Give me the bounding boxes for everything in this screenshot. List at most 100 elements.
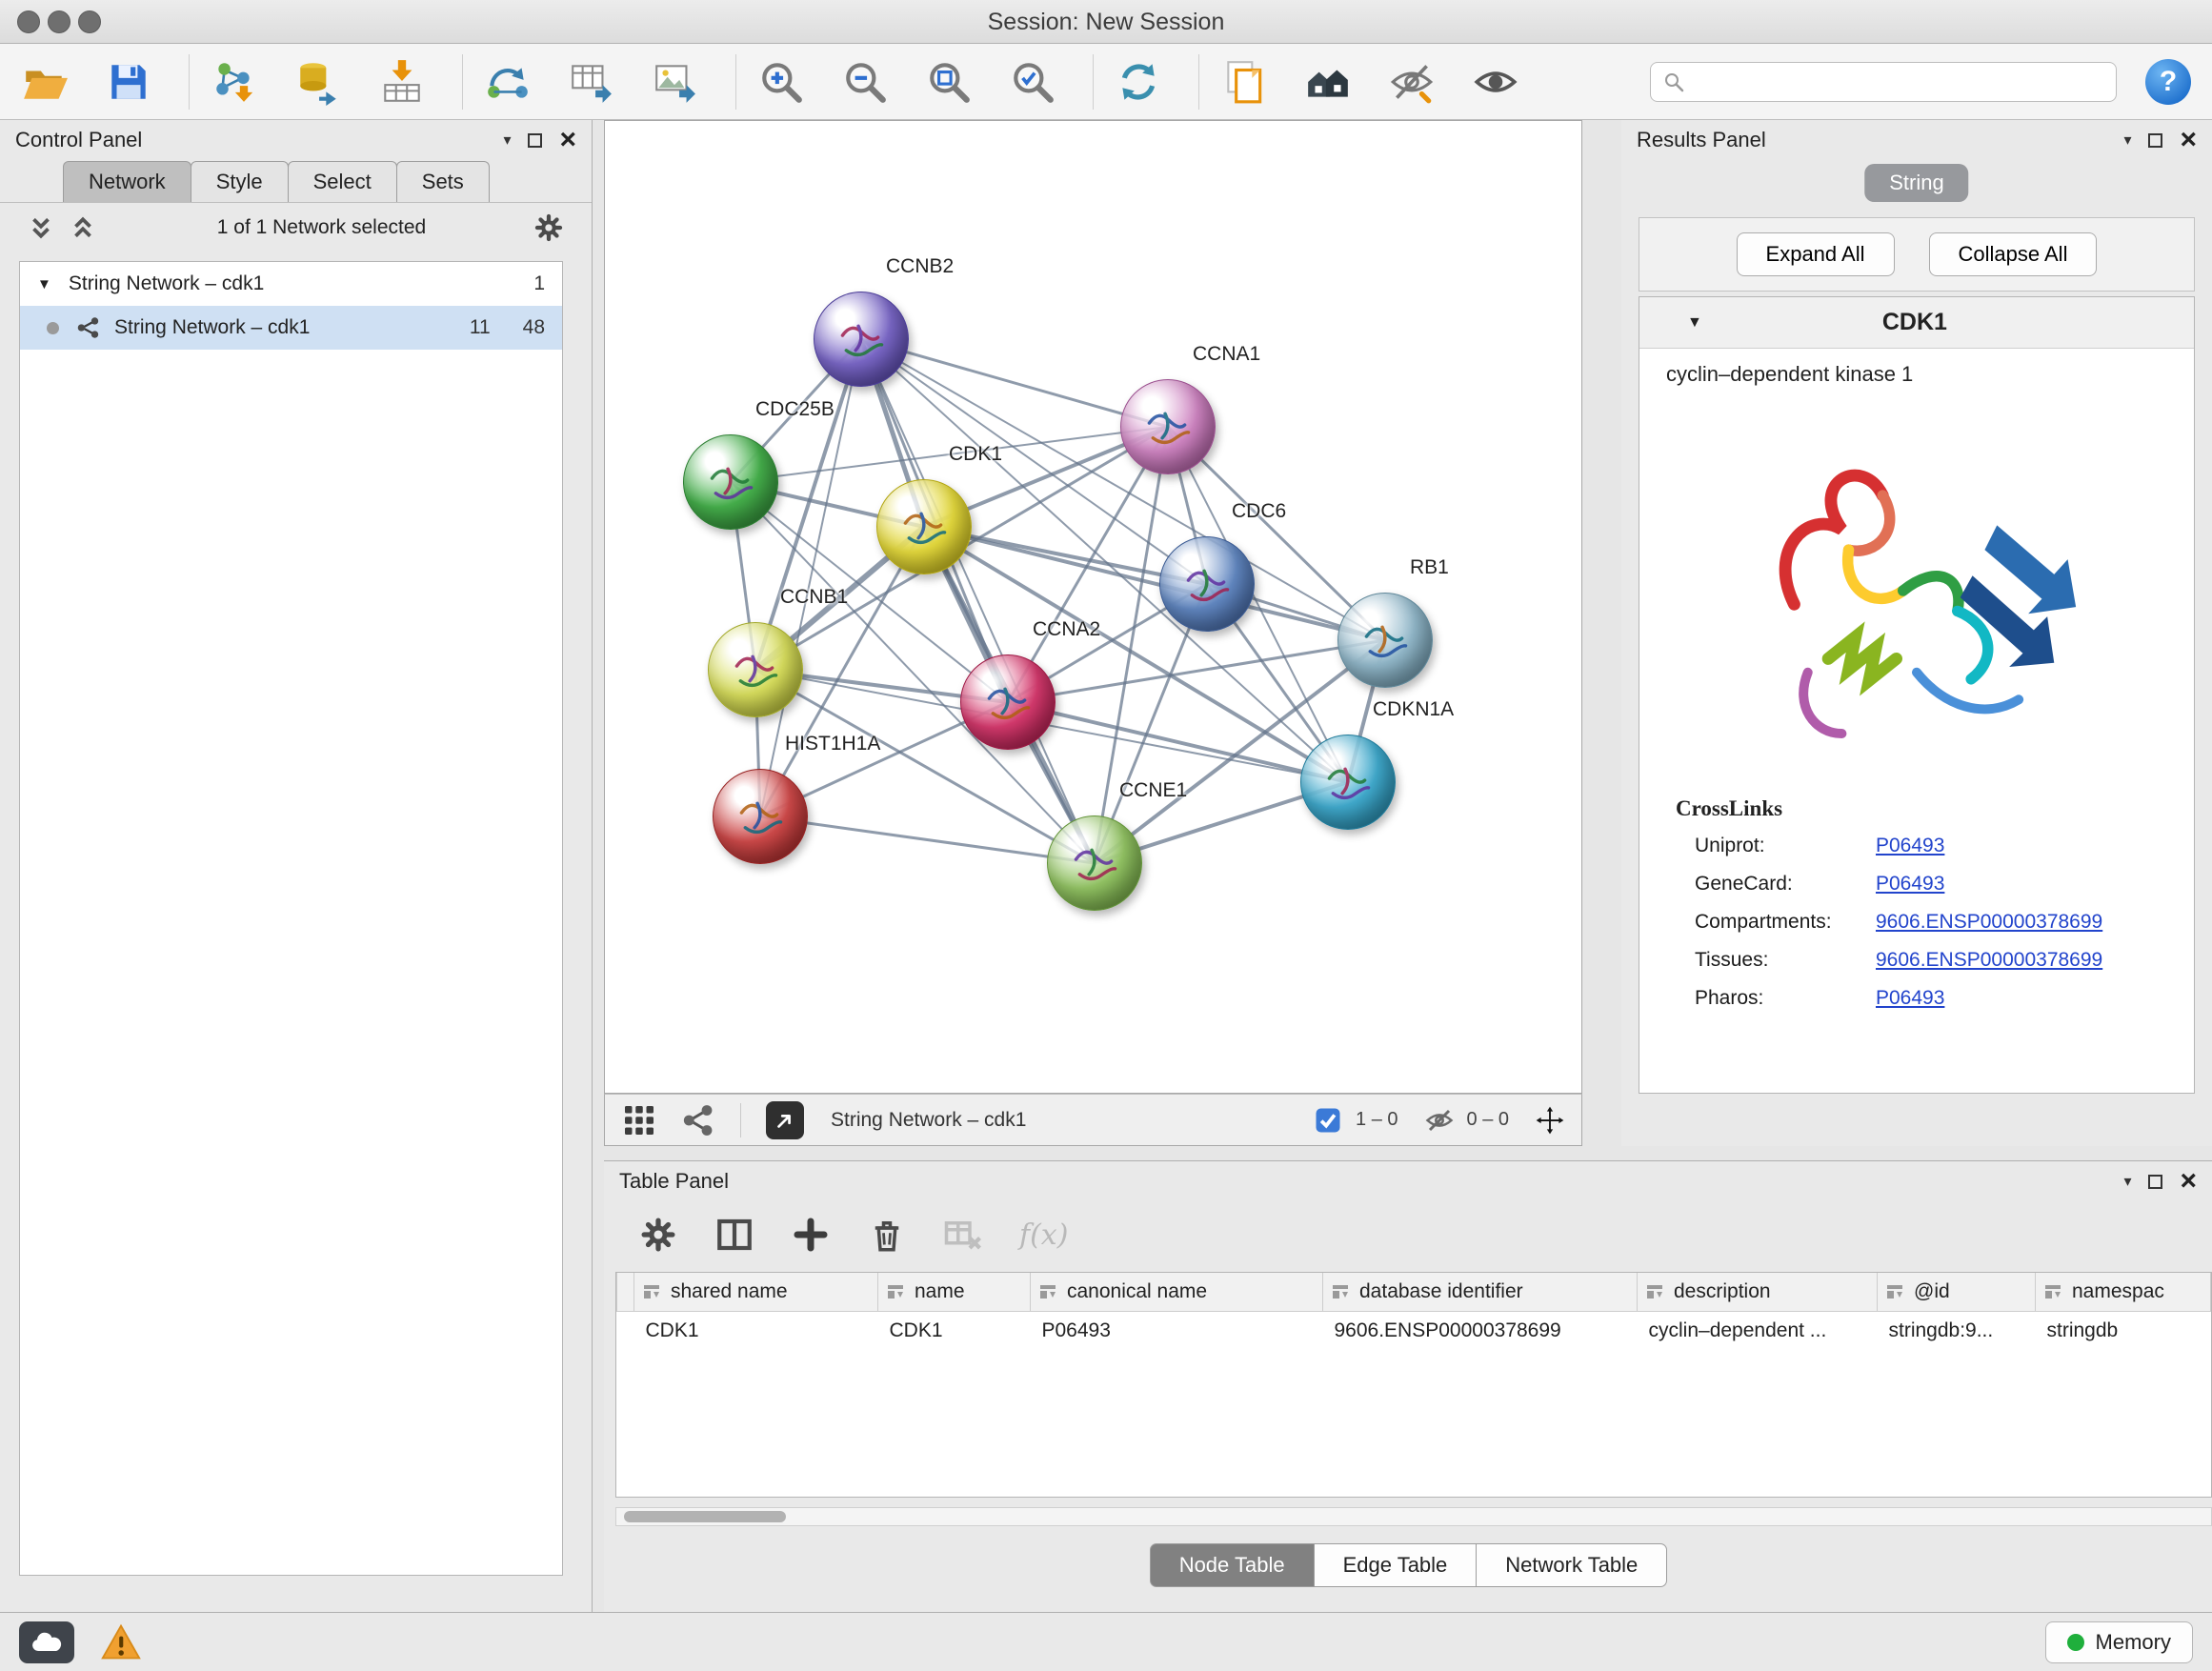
scrollbar-thumb[interactable] (624, 1511, 786, 1522)
search-input[interactable] (1693, 70, 2104, 93)
cell-at-id[interactable]: stringdb:9... (1878, 1311, 2036, 1351)
cell-database-identifier[interactable]: 9606.ENSP00000378699 (1323, 1311, 1638, 1351)
network-row-label: String Network – cdk1 (114, 316, 310, 339)
table-row[interactable]: CDK1 CDK1 P06493 9606.ENSP00000378699 cy… (617, 1311, 2211, 1351)
tab-network[interactable]: Network (63, 161, 191, 202)
panel-collapse-icon[interactable]: ▾ (2123, 131, 2131, 150)
network-node-hist1h1a[interactable] (713, 769, 808, 864)
export-image-icon[interactable] (652, 58, 699, 106)
protein-structure-thumb (1338, 594, 1432, 687)
column-header[interactable]: description (1638, 1273, 1878, 1311)
crosslink-link[interactable]: P06493 (1876, 987, 1944, 1010)
open-session-icon[interactable] (21, 58, 69, 106)
network-node-cdc25b[interactable] (683, 434, 778, 530)
network-node-cdc6[interactable] (1159, 536, 1255, 632)
network-node-ccnb2[interactable] (814, 292, 909, 387)
tab-sets[interactable]: Sets (396, 161, 490, 202)
column-header[interactable]: canonical name (1031, 1273, 1323, 1311)
crosslink-link[interactable]: 9606.ENSP00000378699 (1876, 911, 2102, 934)
gear-icon[interactable] (533, 211, 565, 244)
tab-style[interactable]: Style (191, 161, 289, 202)
search-box[interactable] (1650, 62, 2117, 102)
panel-collapse-icon[interactable]: ▾ (2123, 1172, 2131, 1191)
export-table-icon[interactable] (568, 58, 615, 106)
zoom-selected-icon[interactable] (1009, 58, 1056, 106)
copy-document-icon[interactable] (1220, 58, 1268, 106)
network-node-cdk1[interactable] (876, 479, 972, 574)
tab-select[interactable]: Select (288, 161, 397, 202)
import-network-database-icon[interactable] (294, 58, 342, 106)
cell-description[interactable]: cyclin–dependent ... (1638, 1311, 1878, 1351)
panel-maximize-icon[interactable] (528, 133, 542, 148)
network-node-cdkn1a[interactable] (1300, 735, 1396, 830)
delete-column-icon[interactable] (867, 1215, 907, 1255)
crosslink-link[interactable]: 9606.ENSP00000378699 (1876, 949, 2102, 972)
panel-close-icon[interactable]: × (559, 131, 576, 150)
panel-maximize-icon[interactable] (2148, 1175, 2162, 1189)
help-button[interactable]: ? (2145, 59, 2191, 105)
panel-close-icon[interactable]: × (2180, 1172, 2197, 1191)
column-header[interactable]: namespac (2036, 1273, 2211, 1311)
cell-canonical-name[interactable]: P06493 (1031, 1311, 1323, 1351)
window-title: Session: New Session (0, 9, 2212, 36)
panel-collapse-icon[interactable]: ▾ (503, 131, 511, 150)
protein-panel-header[interactable]: ▼ CDK1 (1639, 297, 2194, 349)
cell-name[interactable]: CDK1 (878, 1311, 1031, 1351)
network-node-rb1[interactable] (1337, 593, 1433, 688)
network-canvas[interactable]: CCNB2CCNA1CDC25BCDK1CDC6RB1CCNB1CCNA2CDK… (604, 120, 1582, 1094)
crosslink-link[interactable]: P06493 (1876, 873, 1944, 896)
application-window: Session: New Session (0, 0, 2212, 1671)
selected-checkbox-icon[interactable] (1314, 1106, 1342, 1135)
collapse-all-button[interactable]: Collapse All (1929, 232, 2098, 276)
import-network-file-icon[interactable] (211, 58, 258, 106)
first-neighbors-icon[interactable] (1304, 58, 1352, 106)
zoom-in-icon[interactable] (757, 58, 805, 106)
expand-all-icon[interactable] (69, 213, 97, 242)
protein-detail-panel: ▼ CDK1 cyclin–dependent kinase 1 Cr (1639, 296, 2195, 1094)
table-settings-gear-icon[interactable] (638, 1215, 678, 1255)
collapse-all-icon[interactable] (27, 213, 55, 242)
show-all-icon[interactable] (1472, 58, 1519, 106)
network-node-ccna2[interactable] (960, 654, 1056, 750)
section-caret-icon[interactable]: ▼ (1687, 314, 1702, 332)
tab-node-table[interactable]: Node Table (1150, 1543, 1315, 1587)
import-table-icon[interactable] (378, 58, 426, 106)
cell-namespace[interactable]: stringdb (2036, 1311, 2211, 1351)
column-header[interactable]: name (878, 1273, 1031, 1311)
hide-selected-icon[interactable] (1388, 58, 1436, 106)
add-column-icon[interactable] (791, 1215, 831, 1255)
warning-icon[interactable] (99, 1621, 143, 1663)
network-node-ccne1[interactable] (1047, 815, 1142, 911)
network-node-ccnb1[interactable] (708, 622, 803, 717)
zoom-out-icon[interactable] (841, 58, 889, 106)
panel-close-icon[interactable]: × (2180, 131, 2197, 150)
cloud-button[interactable] (19, 1621, 74, 1663)
horizontal-scrollbar[interactable] (615, 1507, 2212, 1526)
crosslink-link[interactable]: P06493 (1876, 835, 1944, 857)
tab-network-table[interactable]: Network Table (1476, 1543, 1667, 1587)
panel-maximize-icon[interactable] (2148, 133, 2162, 148)
expand-all-button[interactable]: Expand All (1737, 232, 1895, 276)
column-header[interactable]: @id (1878, 1273, 2036, 1311)
column-header[interactable]: database identifier (1323, 1273, 1638, 1311)
new-network-icon[interactable] (484, 58, 532, 106)
save-session-icon[interactable] (105, 58, 152, 106)
grid-view-icon[interactable] (622, 1103, 656, 1137)
network-collection-row[interactable]: ▼ String Network – cdk1 1 (20, 262, 562, 306)
hidden-eye-icon[interactable] (1425, 1106, 1454, 1135)
tree-caret-icon[interactable]: ▼ (37, 276, 51, 292)
refresh-layout-icon[interactable] (1115, 58, 1162, 106)
network-row[interactable]: String Network – cdk1 11 48 (20, 306, 562, 350)
show-columns-icon[interactable] (714, 1215, 754, 1255)
cell-shared-name[interactable]: CDK1 (634, 1311, 878, 1351)
share-network-icon[interactable] (681, 1103, 715, 1137)
column-header[interactable]: shared name (634, 1273, 878, 1311)
network-node-ccna1[interactable] (1120, 379, 1216, 474)
string-tab-badge[interactable]: String (1864, 164, 1968, 202)
open-in-browser-button[interactable] (766, 1101, 804, 1139)
pan-crosshair-icon[interactable] (1536, 1106, 1564, 1135)
memory-button[interactable]: Memory (2045, 1621, 2193, 1663)
tab-edge-table[interactable]: Edge Table (1314, 1543, 1478, 1587)
protein-structure-thumb (814, 292, 908, 386)
zoom-fit-icon[interactable] (925, 58, 973, 106)
